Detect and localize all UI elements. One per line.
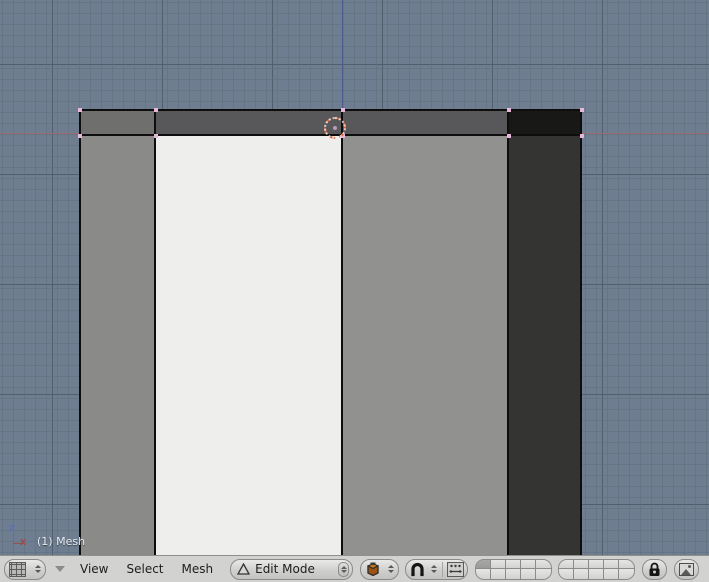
top-face-right[interactable] [508,109,581,135]
spinner-icon[interactable] [387,565,395,573]
vertex[interactable] [580,134,584,138]
top-face-left-selected[interactable] [79,109,155,135]
mesh-edge-v3[interactable] [507,109,509,555]
viewport-header: View Select Mesh Edit Mode [0,555,709,582]
layer-button[interactable] [506,569,522,579]
layer-button[interactable] [506,559,522,569]
menu-mesh[interactable]: Mesh [173,559,223,580]
layer-button[interactable] [589,569,605,579]
3d-viewport[interactable]: Z X (1) Mesh [0,0,709,555]
top-face-mid-right[interactable] [342,109,508,135]
vertex[interactable] [78,108,82,112]
mesh-edge-v1[interactable] [154,109,156,555]
body-face-white[interactable] [155,135,342,555]
blender-window: Z X (1) Mesh View Select Mesh Edit Mode [0,0,709,582]
vertex[interactable] [580,108,584,112]
layer-button[interactable] [604,569,620,579]
layer-row-bottom [476,569,552,579]
layer-row-top [476,559,552,569]
mode-selector-value: Edit Mode [255,562,315,576]
image-icon [679,562,695,576]
layer-button[interactable] [536,559,552,569]
layer-button[interactable] [619,569,635,579]
vertex[interactable] [507,108,511,112]
layer-button[interactable] [491,569,507,579]
axis-gizmo-x-label: X [20,538,27,547]
layer-button[interactable] [589,559,605,569]
layer-button[interactable] [559,559,575,569]
viewport-overlay: Z X (1) Mesh [6,524,86,549]
editor-type-selector[interactable] [4,558,46,580]
vertex[interactable] [154,134,158,138]
layer-button[interactable] [476,569,492,579]
layer-button[interactable] [574,569,590,579]
layer-group-1[interactable] [475,558,553,580]
spinner-icon[interactable] [338,561,350,577]
body-face-left[interactable] [79,135,155,555]
layer-button[interactable] [604,559,620,569]
layer-button[interactable] [521,559,537,569]
magnet-icon[interactable] [409,562,426,577]
axis-gizmo-z-label: Z [9,524,15,533]
layer-row-top [559,559,635,569]
menu-select[interactable]: Select [117,559,172,580]
vertex[interactable] [154,108,158,112]
mesh-edge-left[interactable] [79,109,81,555]
layer-button[interactable] [491,559,507,569]
lock-layers-button[interactable] [642,558,668,580]
lock-icon [648,562,661,577]
menu-collapse-caret[interactable] [51,559,69,580]
render-button[interactable] [674,558,700,580]
snap-controls[interactable] [405,558,469,580]
body-face-gray[interactable] [342,135,508,555]
mesh-edge-v2[interactable] [341,109,343,555]
spinner-icon[interactable] [430,565,438,573]
menu-view[interactable]: View [71,559,117,580]
layer-button[interactable] [619,559,635,569]
body-face-dark[interactable] [508,135,581,555]
layer-group-2[interactable] [558,558,636,580]
layer-button[interactable] [521,569,537,579]
layer-row-bottom [559,569,635,579]
3d-cursor-center-dot [333,126,337,130]
layer-button[interactable] [559,569,575,579]
triangle-mesh-icon [237,563,251,575]
layer-button[interactable] [536,569,552,579]
mesh-edge-right[interactable] [580,109,582,555]
viewport-shading-selector[interactable] [360,558,400,580]
top-face-mid-left[interactable] [155,109,342,135]
snap-element-icon[interactable] [447,561,465,577]
divider [442,561,444,577]
vertex[interactable] [507,134,511,138]
object-shading-icon [365,562,381,577]
3d-cursor[interactable] [321,114,349,142]
vertex[interactable] [78,134,82,138]
axis-gizmo-icon: Z X [6,524,28,549]
chevron-down-icon [55,566,65,572]
grid-icon [9,561,26,577]
layer-button[interactable] [476,559,492,569]
layer-button[interactable] [574,559,590,569]
vertex[interactable] [341,108,345,112]
spinner-icon[interactable] [34,565,42,573]
active-object-label: (1) Mesh [37,535,86,548]
mode-selector[interactable]: Edit Mode [230,558,354,580]
